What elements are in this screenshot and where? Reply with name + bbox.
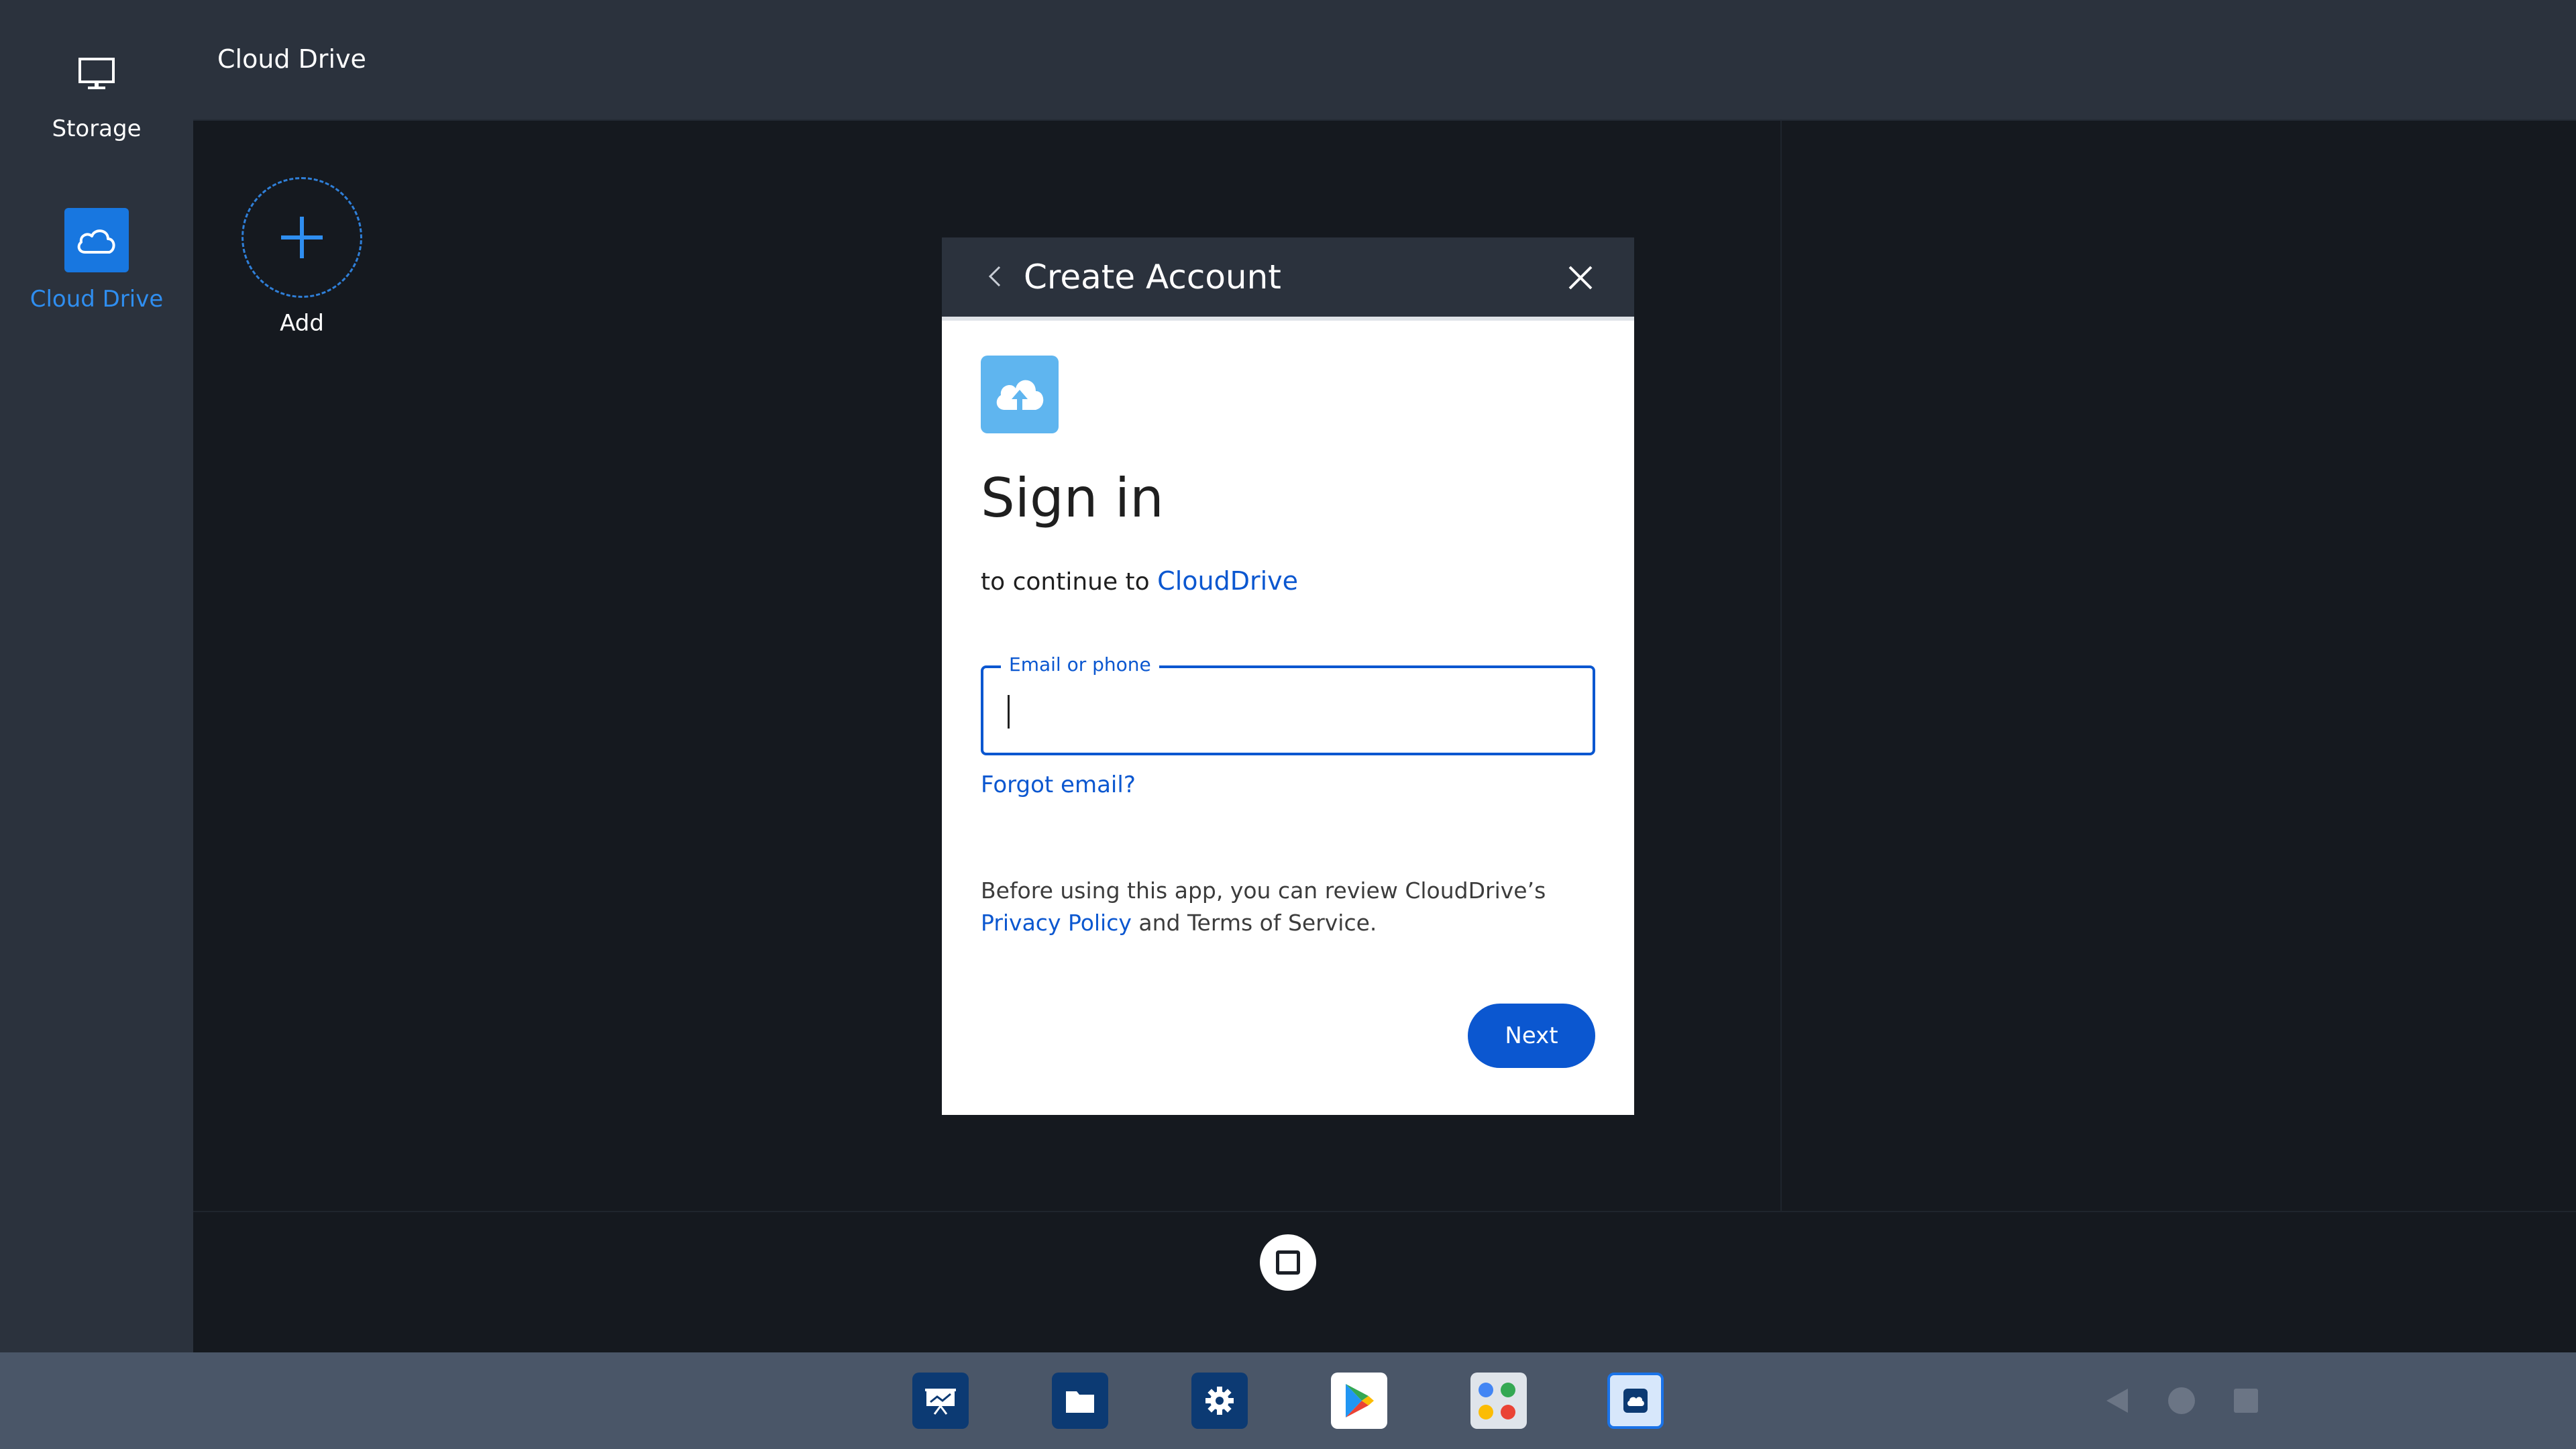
- content-divider: [1780, 121, 1782, 1211]
- next-button[interactable]: Next: [1468, 1004, 1595, 1068]
- dialog-header: Create Account: [942, 237, 1634, 317]
- forgot-email-link[interactable]: Forgot email?: [981, 771, 1136, 798]
- stop-button[interactable]: [1260, 1234, 1316, 1291]
- brand-name: CloudDrive: [1157, 566, 1299, 596]
- dialog-separator: [942, 317, 1634, 321]
- add-label: Add: [280, 310, 324, 337]
- email-field[interactable]: Email or phone: [981, 653, 1595, 755]
- plus-icon: [281, 217, 323, 258]
- sidebar: Storage Cloud Drive: [0, 0, 193, 1352]
- home-icon[interactable]: [2167, 1386, 2196, 1415]
- continue-prefix: to continue to: [981, 568, 1150, 596]
- google-icon: [1479, 1382, 1493, 1397]
- page-title: Cloud Drive: [217, 44, 366, 74]
- settings-app[interactable]: [1191, 1373, 1248, 1429]
- recents-icon[interactable]: [2231, 1386, 2261, 1415]
- google-apps-folder[interactable]: [1470, 1373, 1527, 1429]
- lower-panel: [193, 1212, 2576, 1352]
- monitor-icon: [64, 42, 129, 106]
- dialog-title: Create Account: [1024, 258, 1281, 297]
- cloud-drive-app-icon: [1623, 1389, 1648, 1413]
- cloud-upload-icon: [981, 356, 1059, 433]
- email-field-label: Email or phone: [1001, 653, 1159, 676]
- cloud-drive-app[interactable]: [1607, 1373, 1664, 1429]
- presentation-app[interactable]: [912, 1373, 969, 1429]
- back-chevron-icon[interactable]: [982, 263, 1009, 290]
- sign-in-heading: Sign in: [981, 467, 1164, 529]
- sidebar-item-label: Storage: [52, 115, 142, 142]
- presentation-icon: [925, 1389, 956, 1415]
- cloud-icon: [64, 208, 129, 272]
- text-caret: [1008, 695, 1010, 729]
- privacy-suffix: and Terms of Service.: [1138, 910, 1377, 936]
- email-input[interactable]: [1005, 692, 1568, 730]
- chrome-icon: [1501, 1382, 1515, 1397]
- create-account-dialog: Create Account Sign in to continue to Cl…: [942, 237, 1634, 1115]
- play-store-icon: [1346, 1384, 1374, 1417]
- play-store-app[interactable]: [1331, 1373, 1387, 1429]
- sidebar-item-label: Cloud Drive: [30, 286, 164, 313]
- add-button[interactable]: [241, 177, 362, 298]
- privacy-policy-link[interactable]: Privacy Policy: [981, 910, 1132, 936]
- stop-icon: [1276, 1250, 1300, 1275]
- back-icon[interactable]: [2102, 1386, 2132, 1415]
- files-icon: [1066, 1391, 1094, 1413]
- settings-icon: [1205, 1387, 1234, 1415]
- youtube-icon: [1501, 1404, 1515, 1419]
- maps-icon: [1479, 1404, 1493, 1419]
- app-header: Cloud Drive: [193, 0, 2576, 121]
- privacy-prefix: Before using this app, you can review Cl…: [981, 877, 1546, 904]
- sidebar-item-cloud-drive[interactable]: Cloud Drive: [0, 208, 193, 313]
- continue-text: to continue to CloudDrive: [981, 566, 1298, 596]
- files-app[interactable]: [1052, 1373, 1108, 1429]
- close-icon[interactable]: [1564, 262, 1597, 294]
- sidebar-item-storage[interactable]: Storage: [0, 42, 193, 142]
- privacy-notice: Before using this app, you can review Cl…: [981, 875, 1598, 939]
